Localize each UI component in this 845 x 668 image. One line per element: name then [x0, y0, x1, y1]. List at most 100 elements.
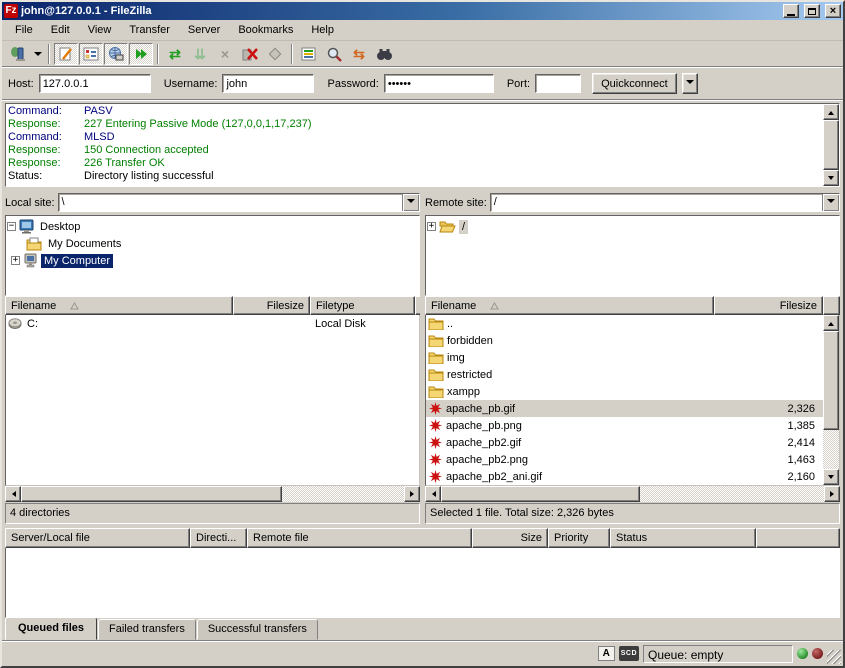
file-search-button[interactable]: [322, 43, 346, 65]
tree-item-my-computer[interactable]: + My Computer: [7, 252, 418, 269]
scrollbar-thumb[interactable]: [441, 486, 640, 502]
quickconnect-bar: Host: Username: Password: Port: Quickcon…: [2, 68, 843, 100]
expand-icon[interactable]: +: [11, 256, 20, 265]
remote-file-row[interactable]: apache_pb.png 1,385: [426, 417, 823, 434]
username-input[interactable]: [222, 74, 314, 93]
transfer-type-icon[interactable]: A: [598, 646, 615, 661]
remote-site-row: Remote site: /: [425, 192, 840, 213]
scrollbar-thumb[interactable]: [823, 331, 839, 430]
password-input[interactable]: [384, 74, 494, 93]
folder-icon: [428, 334, 444, 347]
tab-successful-transfers[interactable]: Successful transfers: [197, 619, 318, 640]
column-filename[interactable]: Filename: [425, 296, 714, 315]
scrollbar-track[interactable]: [823, 430, 839, 469]
column-filetype[interactable]: Filetype: [310, 296, 415, 315]
scroll-down-button[interactable]: [823, 469, 839, 485]
scroll-right-button[interactable]: [824, 486, 840, 502]
port-input[interactable]: [535, 74, 581, 93]
scroll-up-button[interactable]: [823, 315, 839, 331]
column-filename[interactable]: Filename: [5, 296, 233, 315]
remote-file-row[interactable]: apache_pb2.png 1,463: [426, 451, 823, 468]
local-hscrollbar[interactable]: [5, 486, 420, 502]
local-tree-toggle-button[interactable]: [79, 43, 103, 65]
site-manager-button[interactable]: [6, 43, 30, 65]
log-line: Command:PASV: [8, 105, 821, 118]
host-input[interactable]: [39, 74, 151, 93]
refresh-button[interactable]: ⇄: [163, 43, 187, 65]
queue-header: Server/Local file Directi... Remote file…: [5, 528, 840, 548]
synchronized-browsing-button[interactable]: ⇆: [347, 43, 371, 65]
tree-item-my-documents[interactable]: My Documents: [7, 235, 418, 252]
transfer-queue-toggle-button[interactable]: [129, 43, 153, 65]
expand-icon[interactable]: +: [427, 222, 436, 231]
process-queue-button[interactable]: ⇊: [188, 43, 212, 65]
close-button[interactable]: ×: [825, 4, 841, 18]
remote-dir-row[interactable]: img: [426, 349, 823, 366]
log-line: Command:MLSD: [8, 131, 821, 144]
scroll-left-button[interactable]: [5, 486, 21, 502]
scroll-down-button[interactable]: [823, 170, 839, 186]
minimize-button[interactable]: [783, 4, 799, 18]
scrollbar-track[interactable]: [640, 486, 824, 502]
scroll-left-button[interactable]: [425, 486, 441, 502]
queue-status-text: Queue: empty: [643, 645, 793, 663]
remote-dir-row[interactable]: restricted: [426, 366, 823, 383]
remote-file-row[interactable]: apache_pb2.gif 2,414: [426, 434, 823, 451]
arrow-up-icon: [828, 108, 834, 115]
remote-file-row[interactable]: apache_pb2_ani.gif 2,160: [426, 468, 823, 485]
resize-grip[interactable]: [827, 650, 841, 664]
maximize-button[interactable]: [804, 4, 820, 18]
menu-file[interactable]: File: [6, 21, 42, 39]
cancel-operation-button[interactable]: ×: [213, 43, 237, 65]
disconnect-button[interactable]: [238, 43, 262, 65]
message-log-toggle-button[interactable]: [54, 43, 78, 65]
tab-failed-transfers[interactable]: Failed transfers: [98, 619, 196, 640]
remote-vscrollbar[interactable]: [823, 315, 839, 485]
scroll-right-button[interactable]: [404, 486, 420, 502]
reconnect-button[interactable]: [263, 43, 287, 65]
local-site-dropdown[interactable]: [402, 194, 419, 211]
column-filesize[interactable]: Filesize: [714, 296, 823, 315]
remote-site-dropdown[interactable]: [822, 194, 839, 211]
scrollbar-track[interactable]: [282, 486, 404, 502]
scrollbar-thumb[interactable]: [21, 486, 282, 502]
site-manager-dropdown[interactable]: [31, 43, 44, 65]
column-last-modified[interactable]: L: [415, 296, 420, 315]
scrollbar-thumb[interactable]: [823, 120, 839, 170]
local-file-row[interactable]: C: Local Disk: [6, 315, 419, 332]
quickconnect-dropdown[interactable]: [682, 73, 698, 94]
column-priority[interactable]: Priority: [548, 528, 610, 548]
remote-site-combo[interactable]: /: [490, 193, 840, 212]
menu-transfer[interactable]: Transfer: [120, 21, 179, 39]
menu-server[interactable]: Server: [179, 21, 229, 39]
quickconnect-button[interactable]: Quickconnect: [592, 73, 677, 94]
column-direction[interactable]: Directi...: [190, 528, 247, 548]
scroll-up-button[interactable]: [823, 104, 839, 120]
tree-item-label: My Documents: [45, 237, 124, 251]
menu-help[interactable]: Help: [302, 21, 343, 39]
local-site-combo[interactable]: \: [58, 193, 420, 212]
remote-hscrollbar[interactable]: [425, 486, 840, 502]
menu-edit[interactable]: Edit: [42, 21, 79, 39]
tab-queued-files[interactable]: Queued files: [5, 617, 97, 640]
column-status[interactable]: Status: [610, 528, 756, 548]
tree-item-root[interactable]: + /: [427, 218, 838, 235]
column-remote-file[interactable]: Remote file: [247, 528, 472, 548]
remote-tree-toggle-button[interactable]: [104, 43, 128, 65]
collapse-icon[interactable]: −: [7, 222, 16, 231]
directory-comparison-button[interactable]: [372, 43, 396, 65]
remote-file-row[interactable]: apache_pb.gif 2,326: [426, 400, 823, 417]
column-size[interactable]: Size: [472, 528, 548, 548]
remote-dir-row[interactable]: xampp: [426, 383, 823, 400]
menu-bookmarks[interactable]: Bookmarks: [229, 21, 302, 39]
speed-limits-icon[interactable]: SCD: [619, 646, 639, 661]
column-server-local-file[interactable]: Server/Local file: [5, 528, 190, 548]
column-filesize[interactable]: Filesize: [233, 296, 310, 315]
remote-dir-row[interactable]: ..: [426, 315, 823, 332]
log-scrollbar[interactable]: [823, 104, 839, 186]
menu-view[interactable]: View: [79, 21, 121, 39]
remote-dir-row[interactable]: forbidden: [426, 332, 823, 349]
header-filler: [756, 528, 840, 548]
tree-item-desktop[interactable]: − Desktop: [7, 218, 418, 235]
filter-button[interactable]: [297, 43, 321, 65]
